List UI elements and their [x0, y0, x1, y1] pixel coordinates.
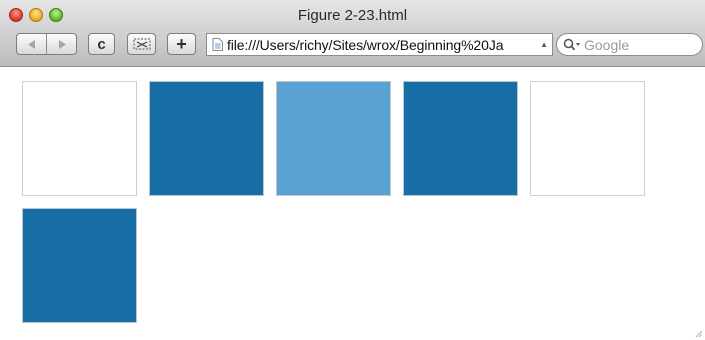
- back-arrow-icon: [27, 39, 35, 49]
- file-page-icon: [212, 38, 223, 51]
- search-input[interactable]: [581, 36, 694, 53]
- add-bookmark-button[interactable]: +: [167, 33, 196, 55]
- square-box: [22, 208, 137, 323]
- address-bar[interactable]: file:///Users/richy/Sites/wrox/Beginning…: [206, 33, 553, 56]
- window-title: Figure 2-23.html: [297, 7, 408, 24]
- back-forward-group: [16, 33, 77, 55]
- snapback-button[interactable]: [127, 33, 156, 55]
- url-dropdown-icon[interactable]: ▲: [540, 40, 548, 49]
- page-content: [0, 67, 705, 340]
- search-icon[interactable]: [563, 38, 581, 52]
- resize-grip-icon[interactable]: [693, 328, 703, 338]
- plus-icon: +: [176, 33, 187, 54]
- square-box: [403, 81, 518, 196]
- back-button[interactable]: [17, 34, 46, 54]
- browser-window: Figure 2-23.html c + file:///Users/richy…: [0, 0, 705, 340]
- snapback-icon: [133, 38, 150, 50]
- url-text[interactable]: file:///Users/richy/Sites/wrox/Beginning…: [227, 37, 536, 53]
- forward-arrow-icon: [58, 39, 66, 49]
- forward-button[interactable]: [46, 34, 76, 54]
- square-box: [276, 81, 391, 196]
- square-box: [149, 81, 264, 196]
- browser-toolbar: Figure 2-23.html c + file:///Users/richy…: [0, 0, 705, 67]
- search-field-container: [556, 33, 703, 56]
- square-box: [530, 81, 645, 196]
- reload-icon: c: [97, 35, 106, 53]
- reload-button[interactable]: c: [88, 33, 115, 55]
- square-box: [22, 81, 137, 196]
